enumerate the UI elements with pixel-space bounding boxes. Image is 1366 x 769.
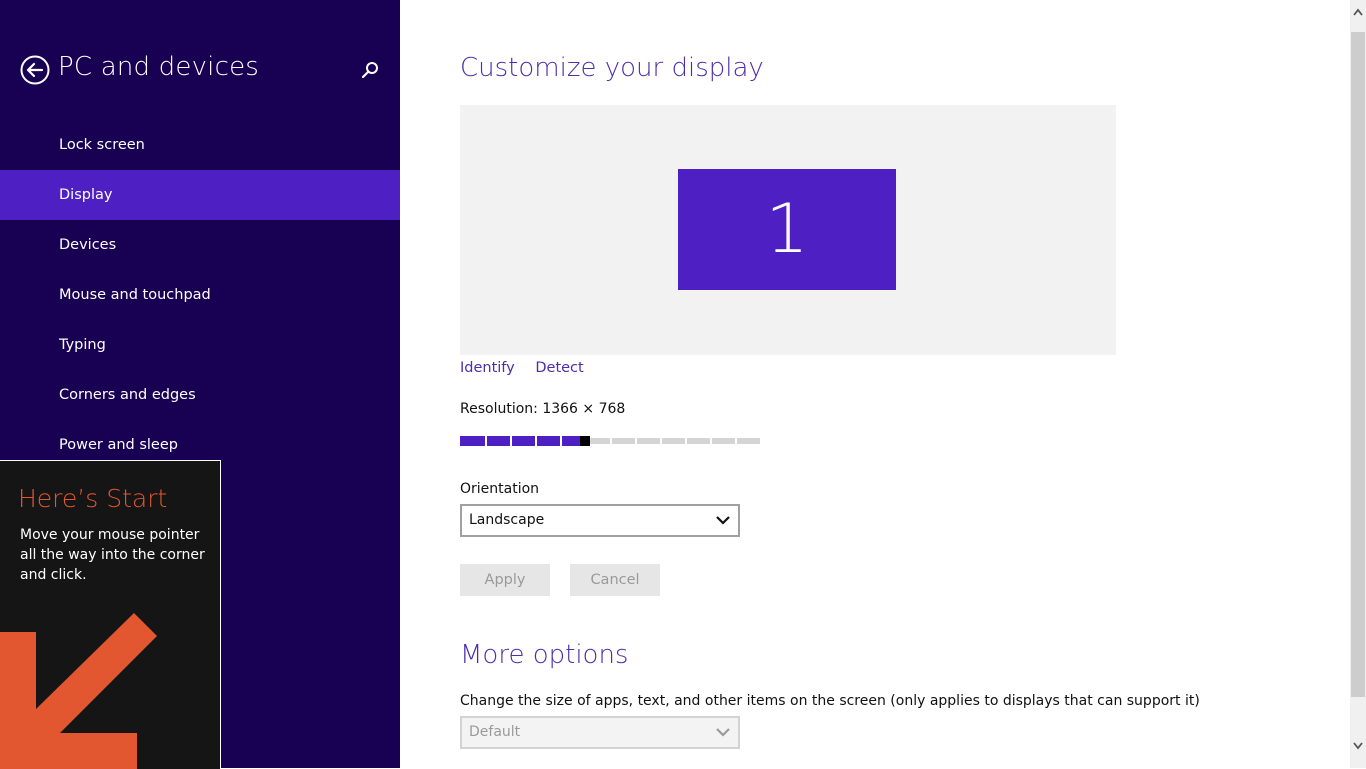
slider-tick xyxy=(510,436,512,446)
back-arrow-icon[interactable] xyxy=(20,55,50,85)
sidebar-nav: Lock screen Display Devices Mouse and to… xyxy=(0,120,400,470)
scroll-down-icon[interactable] xyxy=(1353,742,1363,750)
slider-tick xyxy=(685,436,687,446)
orientation-dropdown[interactable]: Landscape xyxy=(460,504,740,537)
tip-body: Move your mouse pointer all the way into… xyxy=(20,527,205,583)
slider-fill xyxy=(460,436,580,446)
slider-thumb[interactable] xyxy=(580,436,590,446)
detect-link[interactable]: Detect xyxy=(535,360,583,376)
slider-tick xyxy=(635,436,637,446)
slider-tick xyxy=(710,436,712,446)
start-tip-popup: Here’s Start Move your mouse pointer all… xyxy=(0,460,221,769)
apply-button[interactable]: Apply xyxy=(460,564,550,596)
resolution-label: Resolution: 1366 × 768 xyxy=(460,401,626,417)
orientation-value: Landscape xyxy=(469,512,545,528)
more-options-title: More options xyxy=(460,640,629,670)
sidebar-item-display[interactable]: Display xyxy=(0,170,400,220)
sidebar-item-devices[interactable]: Devices xyxy=(0,220,400,270)
orientation-label: Orientation xyxy=(460,481,540,497)
page-section-title: PC and devices xyxy=(58,52,260,82)
main-content: Customize your display 1 Identify Detect… xyxy=(400,0,1350,768)
scroll-up-icon[interactable] xyxy=(1353,8,1363,16)
sidebar-item-lock-screen[interactable]: Lock screen xyxy=(0,120,400,170)
sidebar-item-mouse-and-touchpad[interactable]: Mouse and touchpad xyxy=(0,270,400,320)
resolution-slider[interactable] xyxy=(460,436,760,446)
identify-link[interactable]: Identify xyxy=(460,360,515,376)
cancel-button[interactable]: Cancel xyxy=(570,564,660,596)
scaling-value: Default xyxy=(469,724,521,740)
slider-tick xyxy=(610,436,612,446)
sidebar-item-corners-and-edges[interactable]: Corners and edges xyxy=(0,370,400,420)
display-links: Identify Detect xyxy=(460,360,600,376)
sidebar-item-typing[interactable]: Typing xyxy=(0,320,400,370)
slider-tick xyxy=(735,436,737,446)
slider-tick xyxy=(485,436,487,446)
arrow-down-left-icon xyxy=(0,613,157,769)
scrollbar[interactable] xyxy=(1350,0,1366,768)
monitor-tile[interactable]: 1 xyxy=(678,169,896,290)
slider-tick xyxy=(560,436,562,446)
tip-title: Here’s Start xyxy=(18,484,168,513)
chevron-down-icon xyxy=(716,728,730,737)
slider-tick xyxy=(660,436,662,446)
display-preview: 1 xyxy=(460,105,1116,355)
scroll-thumb[interactable] xyxy=(1351,32,1365,697)
scaling-dropdown[interactable]: Default xyxy=(460,716,740,749)
slider-tick xyxy=(535,436,537,446)
page-title: Customize your display xyxy=(460,53,764,83)
sidebar-header: PC and devices xyxy=(0,0,400,140)
chevron-down-icon xyxy=(716,516,730,525)
search-icon[interactable] xyxy=(360,60,380,80)
scaling-description: Change the size of apps, text, and other… xyxy=(460,693,1200,709)
